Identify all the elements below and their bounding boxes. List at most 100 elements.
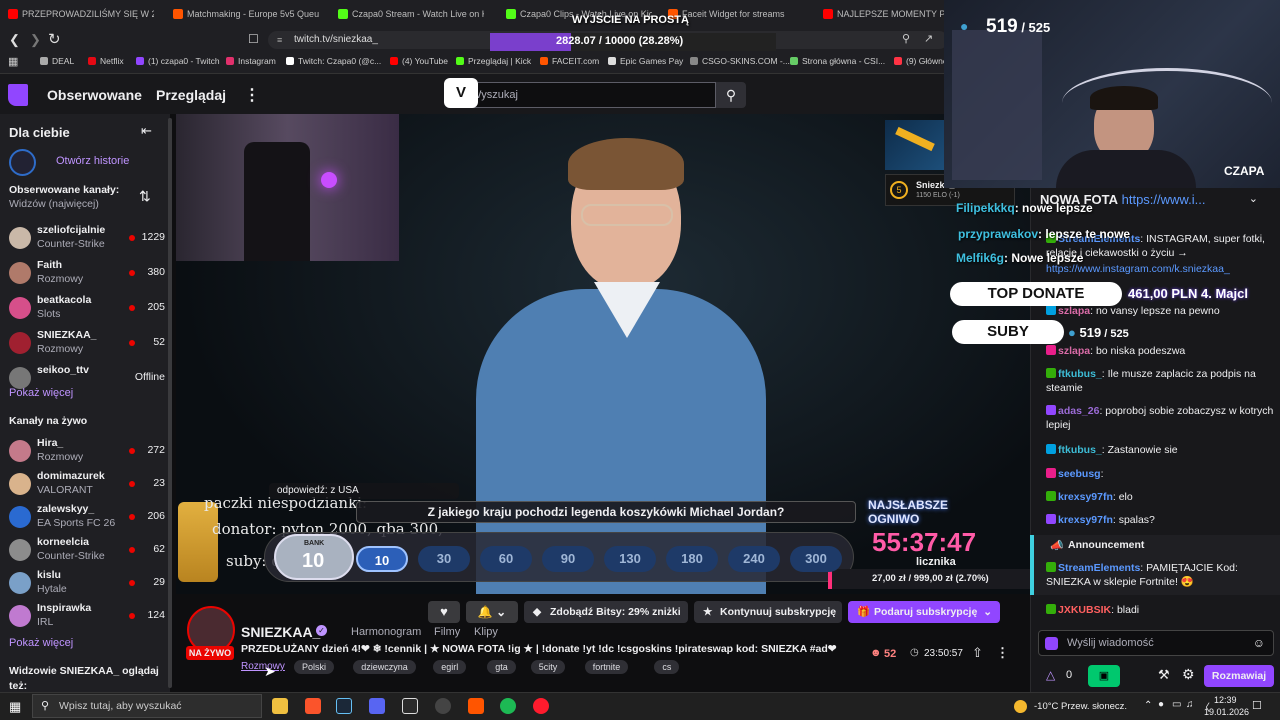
reload-icon[interactable]: ↻ — [48, 30, 61, 48]
taskbar-date[interactable]: 19.01.2026 — [1204, 707, 1249, 717]
bookmark-item[interactable]: Instagram — [226, 56, 276, 66]
tray-chevron-icon[interactable]: ⌃ — [1144, 700, 1152, 711]
chat-username[interactable]: ftkubus_ — [1058, 368, 1102, 380]
announcement-user[interactable]: StreamElements — [1058, 562, 1140, 574]
twitch-logo-icon[interactable] — [8, 84, 28, 106]
taskbar-search[interactable]: ⚲ Wpisz tutaj, aby wyszukać — [32, 694, 262, 718]
chat-send-button[interactable]: Rozmawiaj — [1204, 665, 1274, 687]
rewards-button[interactable]: ▣ — [1088, 665, 1120, 687]
bookmark-item[interactable]: Przeglądaj | Kick — [456, 56, 531, 66]
show-more-live[interactable]: Pokaż więcej — [9, 637, 73, 649]
chat-username[interactable]: seebusg — [1058, 468, 1101, 480]
zoom-icon[interactable]: ⚲ — [902, 32, 910, 45]
gift-sub-button[interactable]: 🎁 Podaruj subskrypcję ⌄ — [848, 601, 1000, 623]
chevron-down-icon[interactable]: ⌄ — [1249, 192, 1258, 205]
tab-clips[interactable]: Klipy — [474, 626, 498, 638]
bookmark-item[interactable]: DEAL — [40, 56, 74, 66]
discord-icon[interactable] — [369, 698, 385, 714]
tag-chip[interactable]: 5city — [530, 660, 566, 674]
chat-username[interactable]: krexsy97fn — [1058, 514, 1113, 526]
collapse-sidebar-icon[interactable]: ⇤ — [141, 123, 152, 139]
sidebar-channel-hira_[interactable]: Hira_ Rozmowy 272 — [9, 437, 169, 469]
taskbar-time[interactable]: 12:39 — [1214, 695, 1237, 705]
faceit-icon[interactable] — [468, 698, 484, 714]
site-info-icon[interactable]: ≡ — [277, 31, 282, 49]
channel-name[interactable]: SNIEZKAA_ — [241, 624, 320, 640]
sidebar-channel-zalewskyy_[interactable]: zalewskyy_ EA Sports FC 26 206 — [9, 503, 169, 535]
sidebar-channel-beatkacola[interactable]: beatkacola Slots 205 — [9, 294, 169, 326]
bookmark-item[interactable]: Strona główna - CSI... — [790, 56, 885, 66]
tag-chip[interactable]: cs — [654, 660, 680, 674]
chat-username[interactable]: ftkubus_ — [1058, 444, 1102, 456]
bookmark-item[interactable]: (4) YouTube — [390, 56, 448, 66]
tag-chip[interactable]: egirl — [433, 660, 467, 674]
chat-username[interactable]: krexsy97fn — [1058, 491, 1113, 503]
nav-following[interactable]: Obserwowane — [47, 87, 142, 103]
spotify-icon[interactable] — [500, 698, 516, 714]
epic-games-icon[interactable] — [402, 698, 418, 714]
volume-icon[interactable]: ♫ — [1186, 699, 1194, 710]
sort-toggle-icon[interactable]: ⇅ — [139, 188, 151, 205]
brave-icon[interactable] — [305, 698, 321, 714]
bookmark-item[interactable]: (9) Główne — [894, 56, 948, 66]
chat-settings-icon[interactable]: ⚙ — [1182, 666, 1195, 683]
bookmark-star-icon[interactable]: ☐ — [248, 32, 259, 46]
category-link[interactable]: Rozmowy — [241, 661, 285, 672]
nav-browse[interactable]: Przeglądaj — [156, 87, 226, 103]
sidebar-channel-sniezkaa_[interactable]: SNIEZKAA_ Rozmowy 52 — [9, 329, 169, 361]
forward-icon[interactable]: ❯ — [30, 32, 41, 48]
bookmark-item[interactable]: FACEIT.com — [540, 56, 599, 66]
notifications-button[interactable]: 🔔 ⌄ — [466, 601, 518, 623]
bookmark-item[interactable]: CSGO-SKINS.COM -... — [690, 56, 790, 66]
steam-icon[interactable] — [336, 698, 352, 714]
file-explorer-icon[interactable] — [272, 698, 288, 714]
bookmark-item[interactable]: Netflix — [88, 56, 124, 66]
bookmark-item[interactable]: (1) czapa0 - Twitch — [136, 56, 220, 66]
sidebar-channel-inspirawka[interactable]: Inspirawka IRL 124 — [9, 602, 169, 634]
tab-videos[interactable]: Filmy — [434, 626, 460, 638]
emote-picker-icon[interactable]: ☺ — [1253, 636, 1265, 650]
bookmark-item[interactable]: Epic Games Pay — [608, 56, 683, 66]
pinned-link[interactable]: https://www.i... — [1122, 192, 1206, 207]
tag-chip[interactable]: dziewczyna — [353, 660, 416, 674]
back-icon[interactable]: ❮ — [9, 32, 20, 48]
video-player[interactable]: 5 Sniezka_ 1150 ELO (-1) paczki niespodz… — [176, 114, 1030, 594]
network-icon[interactable]: ▭ — [1172, 699, 1181, 710]
chat-input[interactable]: Wyślij wiadomość ☺ — [1038, 630, 1274, 656]
bits-button[interactable]: ◆ Zdobądź Bitsy: 29% zniżki — [524, 601, 688, 623]
chat-username[interactable]: szlapa — [1058, 305, 1090, 317]
sidebar-channel-domimazurek[interactable]: domimazurek VALORANT 23 — [9, 470, 169, 502]
open-stories-link[interactable]: Otwórz historie — [56, 155, 129, 167]
sidebar-scrollbar[interactable] — [168, 118, 172, 688]
chat-username[interactable]: szlapa — [1058, 345, 1090, 357]
sidebar-channel-szeliofcijalnie[interactable]: szeliofcijalnie Counter-Strike 1229 — [9, 224, 169, 256]
more-options-icon[interactable]: ⋮ — [996, 645, 1009, 661]
channel-points-icon[interactable]: △ — [1046, 668, 1055, 682]
chat-username[interactable]: adas_26 — [1058, 405, 1099, 417]
share-icon[interactable]: ↗ — [924, 32, 933, 45]
follow-heart-button[interactable]: ♥ — [428, 601, 460, 623]
stories-avatar[interactable] — [9, 149, 36, 176]
share-icon[interactable]: ⇧ — [972, 645, 983, 661]
tag-chip[interactable]: gta — [487, 660, 516, 674]
search-button[interactable]: ⚲ — [716, 82, 746, 108]
sidebar-channel-korneelcia[interactable]: korneelcia Counter-Strike 62 — [9, 536, 169, 568]
browser-tab[interactable]: PRZEPROWADZILIŚMY SIĘ W 24... — [4, 4, 154, 24]
sidebar-channel-faith[interactable]: Faith Rozmowy 380 — [9, 259, 169, 291]
search-input[interactable]: Wyszukaj — [446, 82, 716, 108]
browser-tab[interactable]: Matchmaking - Europe 5v5 Queue - — [169, 4, 319, 24]
browser-tab[interactable]: NAJLEPSZE MOMENTY POLSK — [819, 4, 959, 24]
opera-icon[interactable] — [533, 698, 549, 714]
tag-chip[interactable]: fortnite — [584, 660, 629, 674]
weather-text[interactable]: -10°C Przew. słonecz. — [1034, 701, 1127, 712]
notifications-icon[interactable]: ☐ — [1252, 699, 1262, 712]
browser-tab[interactable]: Czapa0 Stream - Watch Live on Kick — [334, 4, 484, 24]
more-menu-icon[interactable]: ⋮ — [244, 85, 260, 105]
tab-schedule[interactable]: Harmonogram — [351, 626, 421, 638]
mod-tools-icon[interactable]: ⚒ — [1158, 667, 1170, 683]
show-more-followed[interactable]: Pokaż więcej — [9, 387, 73, 399]
obs-icon[interactable] — [435, 698, 451, 714]
windows-start-icon[interactable]: ▦ — [9, 699, 21, 715]
continue-sub-button[interactable]: ★ Kontynuuj subskrypcję — [694, 601, 842, 623]
tag-chip[interactable]: Polski — [294, 660, 335, 674]
